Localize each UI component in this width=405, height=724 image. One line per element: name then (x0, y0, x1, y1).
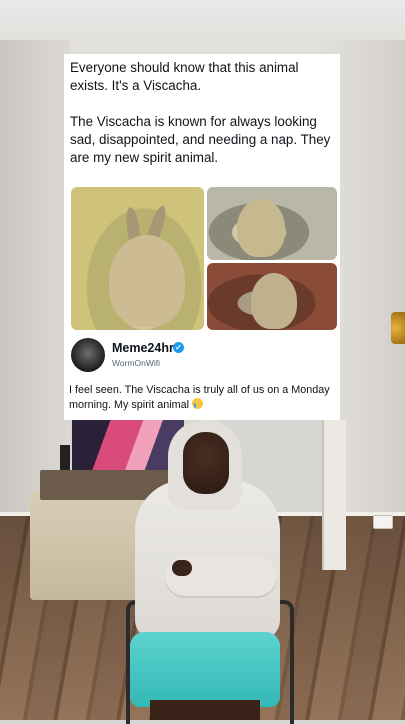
legs (150, 700, 260, 720)
viscacha-photo-bottom-right[interactable] (207, 263, 337, 330)
viscacha-body (109, 235, 185, 327)
face (183, 432, 229, 494)
hand (172, 560, 192, 576)
reply-text-block: I feel seen. The Viscacha is truly all o… (69, 383, 335, 413)
shorts (130, 632, 280, 707)
viscacha-photo-top-right[interactable] (207, 187, 337, 260)
author-handle[interactable]: WormOnWifi (112, 358, 160, 368)
author-name[interactable]: Meme24hr (112, 341, 174, 355)
verified-badge-icon: ✓ (173, 342, 184, 353)
viscacha-body (237, 199, 285, 257)
viscacha-photo-main[interactable] (71, 187, 204, 330)
tweet-card: Everyone should know that this animal ex… (64, 54, 340, 420)
tweet-text: Everyone should know that this animal ex… (70, 60, 331, 165)
reply-author: Meme24hr ✓ WormOnWifi (69, 336, 335, 374)
crying-face-emoji-icon (192, 398, 203, 409)
viscacha-body (251, 273, 297, 329)
avatar[interactable] (71, 338, 105, 372)
